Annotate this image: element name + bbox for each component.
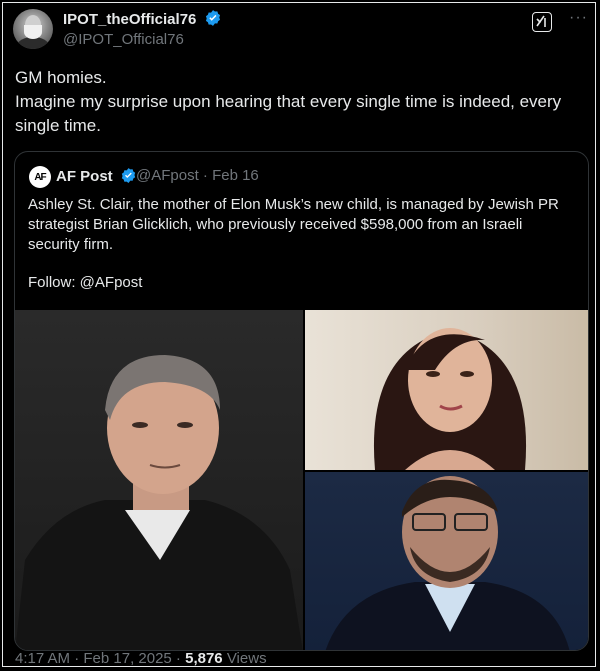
quote-handle-date[interactable]: @AFpost · Feb 16 <box>136 167 259 184</box>
media-photo-man-glasses[interactable] <box>305 472 588 650</box>
tweet-time[interactable]: 4:17 AM · Feb 17, 2025 · <box>15 650 181 667</box>
user-handle[interactable]: @IPOT_Official76 <box>63 31 184 48</box>
avatar-beard <box>24 25 42 39</box>
views-count: 5,876 <box>185 650 223 667</box>
quote-follow-line: Follow: @AFpost <box>28 274 143 291</box>
quote-avatar[interactable]: AF <box>29 166 51 188</box>
media-photo-man-gray-hair[interactable] <box>15 310 303 650</box>
quote-body: Ashley St. Clair, the mother of Elon Mus… <box>28 196 559 253</box>
views-label: Views <box>226 650 267 667</box>
quoted-tweet[interactable]: AF AF Post @AFpost · Feb 16 Ashley St. C… <box>14 151 589 651</box>
user-avatar[interactable] <box>13 9 53 49</box>
verified-badge-icon <box>121 168 136 183</box>
more-button[interactable]: ··· <box>569 9 588 27</box>
verified-badge-icon <box>205 10 220 26</box>
display-name-text: IPOT_theOfficial76 <box>63 11 197 28</box>
quote-display-name-text: AF Post <box>56 168 113 185</box>
display-name[interactable]: IPOT_theOfficial76 <box>63 9 222 28</box>
media-photo-woman-dark-hair[interactable] <box>305 310 588 470</box>
tweet-line-2: Imagine my surprise upon hearing that ev… <box>15 92 562 135</box>
photo-illustration <box>373 328 527 470</box>
tweet-timestamp-row: 4:17 AM · Feb 17, 2025 · 5,876 Views <box>15 650 267 667</box>
tweet-text: GM homies. Imagine my surprise upon hear… <box>15 66 591 138</box>
photo-illustration <box>15 355 303 650</box>
grok-button[interactable] <box>532 12 552 32</box>
tweet-line-1: GM homies. <box>15 68 107 87</box>
more-icon: ··· <box>569 9 588 26</box>
grok-icon <box>536 15 546 27</box>
tweet-card: IPOT_theOfficial76 @IPOT_Official76 ··· … <box>2 2 596 667</box>
photo-illustration <box>325 476 570 650</box>
quote-display-name[interactable]: AF Post <box>56 167 137 185</box>
